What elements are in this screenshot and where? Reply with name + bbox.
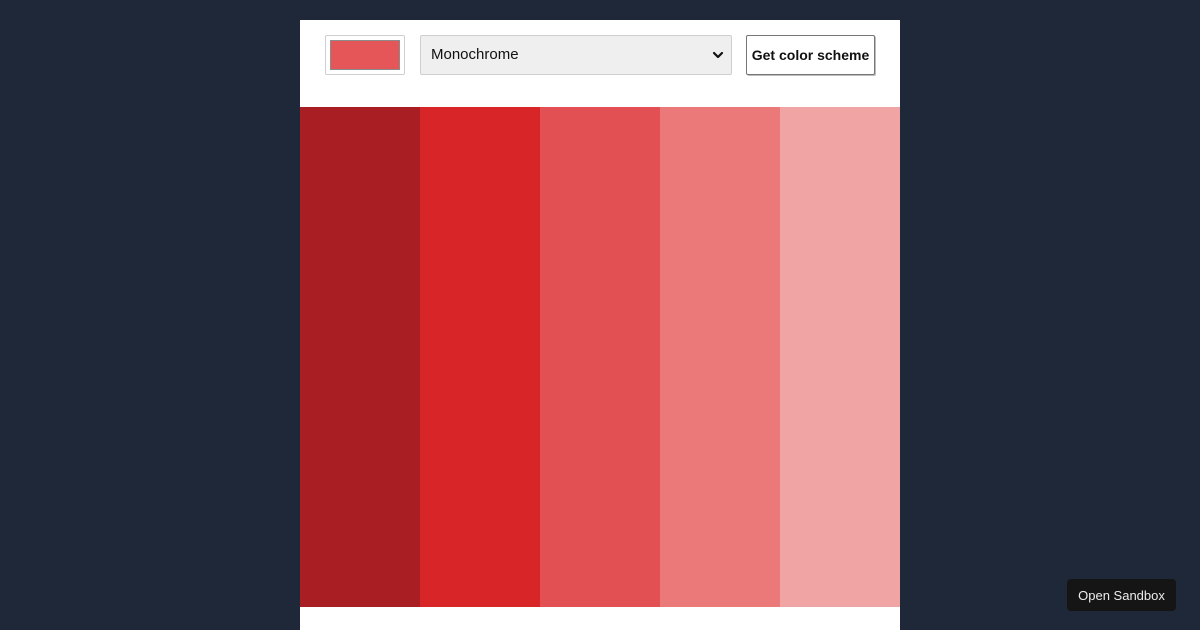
palette <box>300 107 900 607</box>
palette-color-2 <box>420 107 540 607</box>
seed-color-swatch <box>330 40 400 70</box>
palette-color-5 <box>780 107 900 607</box>
scheme-mode-selected-value: Monochrome <box>431 46 519 63</box>
open-sandbox-button[interactable]: Open Sandbox <box>1067 579 1176 611</box>
controls-bar: Monochrome Get color scheme <box>300 20 900 107</box>
color-scheme-card: Monochrome Get color scheme <box>300 20 900 630</box>
palette-color-1 <box>300 107 420 607</box>
palette-color-4 <box>660 107 780 607</box>
scheme-mode-select[interactable]: Monochrome <box>420 35 732 75</box>
palette-color-3 <box>540 107 660 607</box>
seed-color-picker[interactable] <box>325 35 405 75</box>
page: Monochrome Get color scheme Open Sandbox <box>0 0 1200 630</box>
chevron-down-icon <box>712 51 724 59</box>
get-color-scheme-button[interactable]: Get color scheme <box>746 35 875 75</box>
